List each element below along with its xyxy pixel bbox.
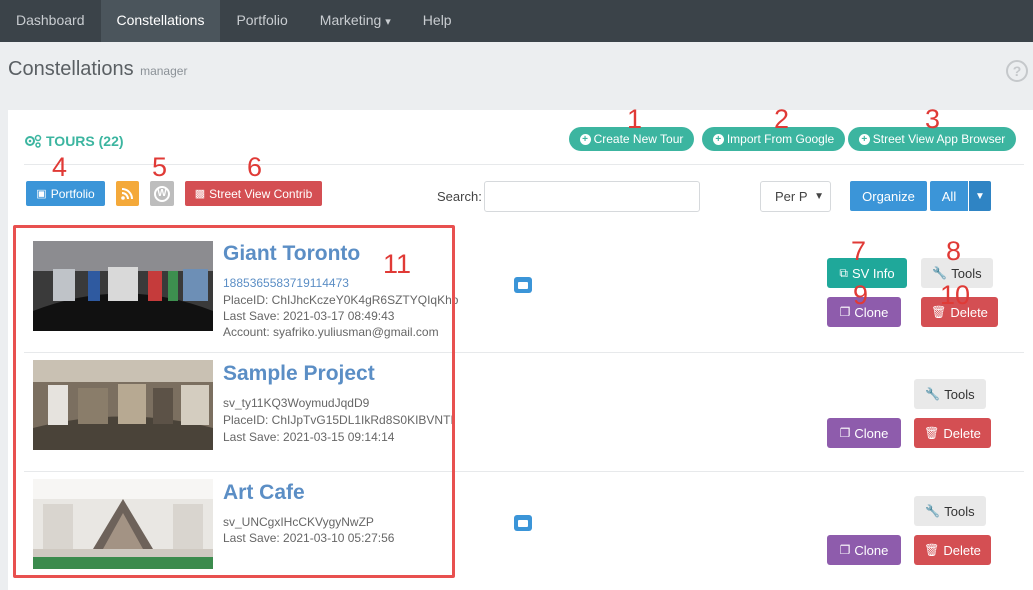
share-icon: ⧉	[839, 265, 848, 280]
search-input[interactable]	[484, 181, 700, 212]
copy-icon: ❐	[839, 543, 851, 557]
tools-label: Tools	[944, 386, 975, 402]
trash-icon: 🗑	[924, 543, 940, 557]
tour-thumbnail[interactable]	[33, 479, 213, 569]
clone-label: Clone	[854, 425, 889, 441]
nav-marketing[interactable]: Marketing ▾	[304, 0, 407, 42]
tours-panel: TOURS (22) + Create New Tour + Import From…	[8, 110, 1033, 590]
nav-dashboard[interactable]: Dashboard	[0, 0, 101, 42]
nav-portfolio[interactable]: Portfolio	[220, 0, 303, 42]
gears-icon	[25, 134, 42, 148]
clone-label: Clone	[854, 304, 889, 320]
create-new-tour-label: Create New Tour	[593, 132, 684, 146]
tools-label: Tools	[944, 503, 975, 519]
tour-last-save: Last Save: 2021-03-15 09:14:14	[223, 430, 395, 444]
tools-button[interactable]: 🔧 Tools	[914, 379, 986, 409]
portfolio-label: Portfolio	[50, 186, 95, 201]
wrench-icon: 🔧	[925, 504, 941, 518]
tools-button[interactable]: 🔧 Tools	[914, 496, 986, 526]
tour-last-save: Last Save: 2021-03-17 08:49:43	[223, 309, 395, 323]
all-dropdown-toggle[interactable]: ▼	[969, 181, 991, 211]
tours-title: TOURS (22)	[46, 133, 124, 149]
divider	[24, 164, 1024, 165]
image-icon[interactable]	[514, 277, 532, 293]
per-page-value: Per P	[775, 189, 808, 204]
clone-button[interactable]: ❐ Clone	[827, 297, 901, 327]
per-page-select[interactable]: Per P ▼	[760, 181, 831, 212]
tour-place-id: PlaceID: ChIJhcKczeY0K4gR6SZTYQIqKho	[223, 293, 459, 307]
plus-circle-icon: +	[579, 133, 591, 145]
trash-icon: 🗑	[931, 305, 947, 319]
panorama-image	[33, 241, 213, 331]
image-icon: ▩	[194, 188, 206, 200]
copy-icon: ❐	[839, 305, 851, 319]
nav-constellations[interactable]: Constellations	[100, 0, 221, 42]
tour-thumbnail[interactable]	[33, 241, 213, 331]
question-circle-icon[interactable]: ?	[1006, 60, 1028, 82]
tours-heading: TOURS (22)	[24, 133, 124, 149]
page-subtitle: manager	[140, 64, 188, 78]
tour-row: Art Cafe sv_UNCgxIHcCKVygyNwZP Last Save…	[24, 471, 1024, 590]
search-label: Search:	[437, 189, 482, 204]
street-view-app-browser-label: Street View App Browser	[872, 132, 1006, 146]
tour-last-save: Last Save: 2021-03-10 05:27:56	[223, 531, 395, 545]
tour-id: sv_UNCgxIHcCKVygyNwZP	[223, 515, 374, 529]
wordpress-icon: W	[154, 185, 170, 202]
page-title: Constellations	[8, 58, 134, 80]
portfolio-button[interactable]: ▣ Portfolio	[26, 181, 105, 206]
delete-label: Delete	[943, 425, 981, 441]
all-button[interactable]: All	[930, 181, 968, 211]
tour-name[interactable]: Art Cafe	[223, 481, 305, 505]
tour-row: Giant Toronto 1885365583719114473 PlaceI…	[24, 231, 1024, 351]
tour-id: sv_ty11KQ3WoymudJqdD9	[223, 396, 370, 410]
import-from-google-button[interactable]: + Import From Google	[702, 127, 845, 151]
delete-label: Delete	[943, 542, 981, 558]
nav-help[interactable]: Help	[407, 0, 468, 42]
wordpress-button[interactable]: W	[150, 181, 174, 206]
tour-name[interactable]: Giant Toronto	[223, 242, 360, 266]
copy-icon: ❐	[839, 426, 851, 440]
wrench-icon: 🔧	[925, 387, 941, 401]
image-icon[interactable]	[514, 515, 532, 531]
wrench-icon: 🔧	[932, 266, 948, 280]
delete-button[interactable]: 🗑 Delete	[921, 297, 998, 327]
chevron-down-icon: ▾	[385, 16, 391, 28]
tools-button[interactable]: 🔧 Tools	[921, 258, 993, 288]
create-new-tour-button[interactable]: + Create New Tour	[569, 127, 694, 151]
top-nav: Dashboard Constellations Portfolio Marke…	[0, 0, 1033, 42]
street-view-contrib-label: Street View Contrib	[209, 186, 313, 201]
page-header: Constellations manager	[8, 58, 187, 81]
chevron-down-icon: ▼	[814, 191, 824, 202]
panorama-image	[33, 479, 213, 569]
plus-circle-icon: +	[858, 133, 870, 145]
sv-info-button[interactable]: ⧉ SV Info	[827, 258, 907, 288]
import-from-google-label: Import From Google	[726, 132, 835, 146]
tour-account: Account: syafriko.yuliusman@gmail.com	[223, 325, 439, 339]
panorama-image	[33, 360, 213, 450]
tour-name[interactable]: Sample Project	[223, 362, 375, 386]
briefcase-icon: ▣	[36, 188, 47, 200]
clone-button[interactable]: ❐ Clone	[827, 418, 901, 448]
tour-thumbnail[interactable]	[33, 360, 213, 450]
tour-id[interactable]: 1885365583719114473	[223, 276, 349, 290]
street-view-app-browser-button[interactable]: + Street View App Browser	[848, 127, 1016, 151]
street-view-contrib-button[interactable]: ▩ Street View Contrib	[185, 181, 322, 206]
organize-button[interactable]: Organize	[850, 181, 927, 211]
delete-button[interactable]: 🗑 Delete	[914, 535, 991, 565]
nav-marketing-label: Marketing	[319, 12, 382, 28]
tools-label: Tools	[951, 265, 982, 281]
plus-circle-icon: +	[712, 133, 724, 145]
trash-icon: 🗑	[924, 426, 940, 440]
tour-row: Sample Project sv_ty11KQ3WoymudJqdD9 Pla…	[24, 352, 1024, 472]
sv-info-label: SV Info	[851, 265, 895, 281]
delete-label: Delete	[950, 304, 988, 320]
clone-label: Clone	[854, 542, 889, 558]
chevron-down-icon: ▼	[975, 190, 985, 202]
rss-button[interactable]	[116, 181, 139, 206]
clone-button[interactable]: ❐ Clone	[827, 535, 901, 565]
tour-place-id: PlaceID: ChIJpTvG15DL1IkRd8S0KIBVNTI	[223, 413, 454, 427]
rss-icon	[121, 188, 133, 200]
delete-button[interactable]: 🗑 Delete	[914, 418, 991, 448]
